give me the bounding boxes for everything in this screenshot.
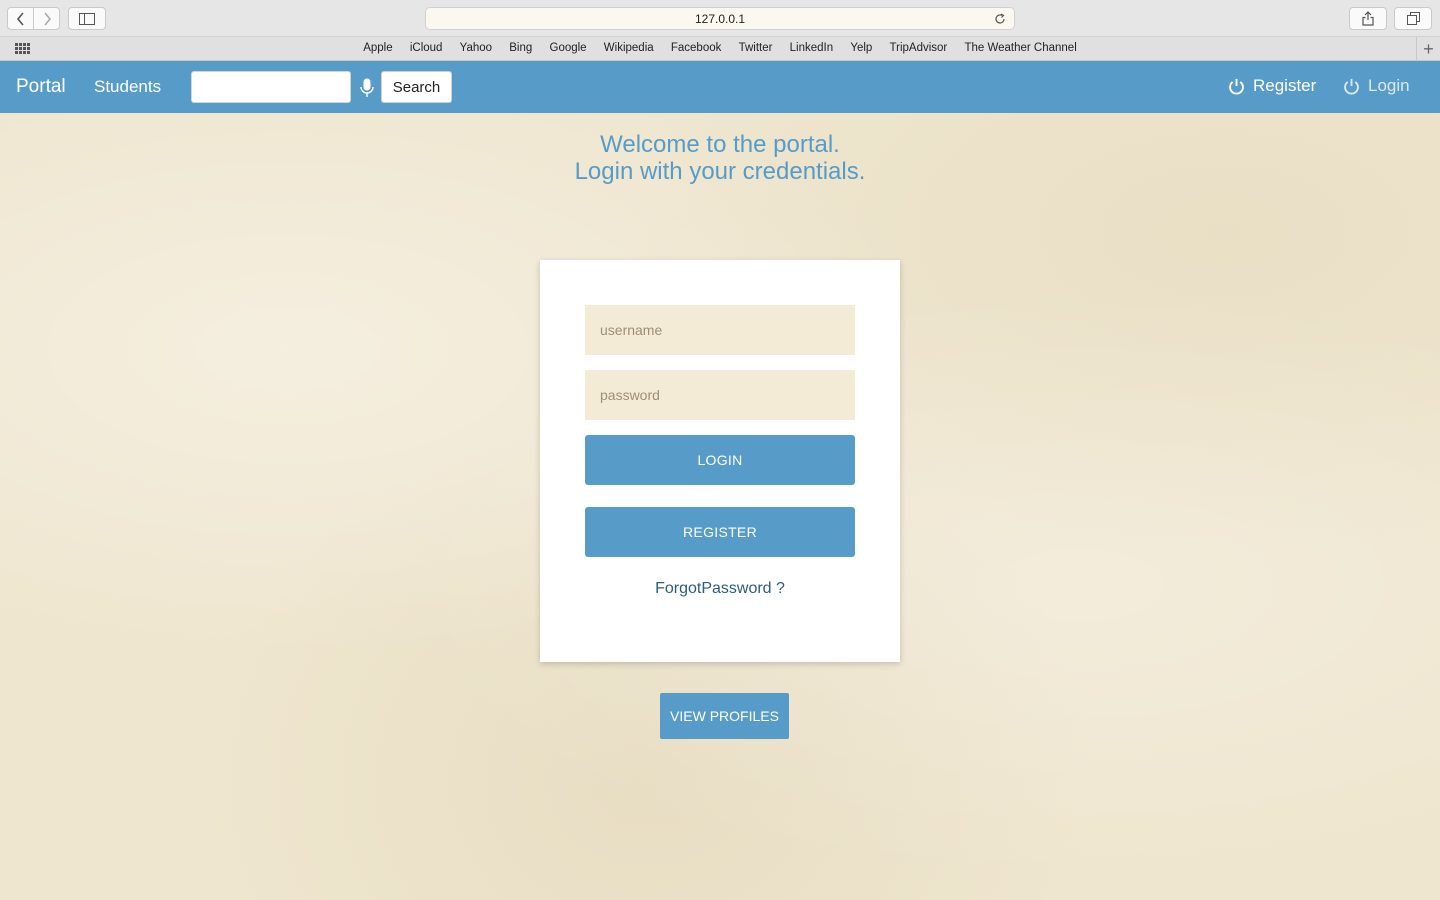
favorites-list: Apple iCloud Yahoo Bing Google Wikipedia… [0, 42, 1440, 54]
tabs-button[interactable] [1394, 7, 1432, 30]
view-profiles-button[interactable]: VIEW PROFILES [660, 693, 789, 739]
reload-icon [995, 13, 1005, 24]
favorite-linkedin[interactable]: LinkedIn [790, 42, 833, 54]
site-navbar: Portal Students Search Register Login [0, 61, 1440, 113]
password-input[interactable] [585, 370, 855, 420]
sidebar-icon [79, 12, 95, 25]
welcome-line-1: Welcome to the portal. [600, 131, 840, 158]
address-url: 127.0.0.1 [694, 12, 746, 26]
share-icon [1362, 11, 1374, 26]
welcome-heading: Welcome to the portal. Login with your c… [420, 131, 1020, 185]
favorite-weather-channel[interactable]: The Weather Channel [964, 42, 1076, 54]
power-icon [1344, 78, 1359, 95]
address-bar[interactable]: 127.0.0.1 [425, 7, 1015, 30]
reload-button[interactable] [992, 11, 1008, 27]
favorite-yahoo[interactable]: Yahoo [460, 42, 492, 54]
favorite-bing[interactable]: Bing [509, 42, 532, 54]
favorites-bar: Apple iCloud Yahoo Bing Google Wikipedia… [0, 37, 1440, 61]
history-nav-group [7, 7, 60, 30]
nav-register-label: Register [1253, 76, 1317, 95]
forward-button[interactable] [33, 8, 59, 29]
search-button[interactable]: Search [381, 71, 452, 103]
sidebar-button[interactable] [68, 7, 106, 30]
browser-toolbar: 127.0.0.1 [0, 0, 1440, 37]
favorite-apple[interactable]: Apple [363, 42, 392, 54]
username-input[interactable] [585, 305, 855, 355]
add-favorite-icon[interactable]: + [1416, 37, 1440, 61]
login-button[interactable]: LOGIN [585, 435, 855, 485]
nav-login-link[interactable]: Login [1343, 76, 1410, 96]
favorite-tripadvisor[interactable]: TripAdvisor [890, 42, 948, 54]
nav-students-link[interactable]: Students [94, 77, 161, 97]
favorite-icloud[interactable]: iCloud [410, 42, 443, 54]
power-icon [1229, 78, 1244, 95]
favorite-yelp[interactable]: Yelp [850, 42, 872, 54]
search-input[interactable] [191, 71, 351, 103]
login-card: LOGIN REGISTER ForgotPassword ? [540, 260, 900, 662]
favorite-facebook[interactable]: Facebook [671, 42, 722, 54]
share-button[interactable] [1349, 7, 1387, 30]
nav-register-link[interactable]: Register [1228, 76, 1316, 96]
favorite-google[interactable]: Google [550, 42, 587, 54]
forward-icon [43, 11, 51, 26]
microphone-icon[interactable] [360, 78, 374, 98]
tabs-icon [1406, 12, 1420, 25]
favorite-twitter[interactable]: Twitter [739, 42, 773, 54]
back-icon [16, 11, 24, 26]
favorite-wikipedia[interactable]: Wikipedia [604, 42, 654, 54]
brand-link[interactable]: Portal [16, 76, 66, 98]
forgot-password-link[interactable]: ForgotPassword ? [540, 580, 900, 598]
nav-login-label: Login [1368, 76, 1410, 95]
back-button[interactable] [8, 8, 33, 29]
register-button[interactable]: REGISTER [585, 507, 855, 557]
welcome-line-2: Login with your credentials. [574, 158, 866, 185]
